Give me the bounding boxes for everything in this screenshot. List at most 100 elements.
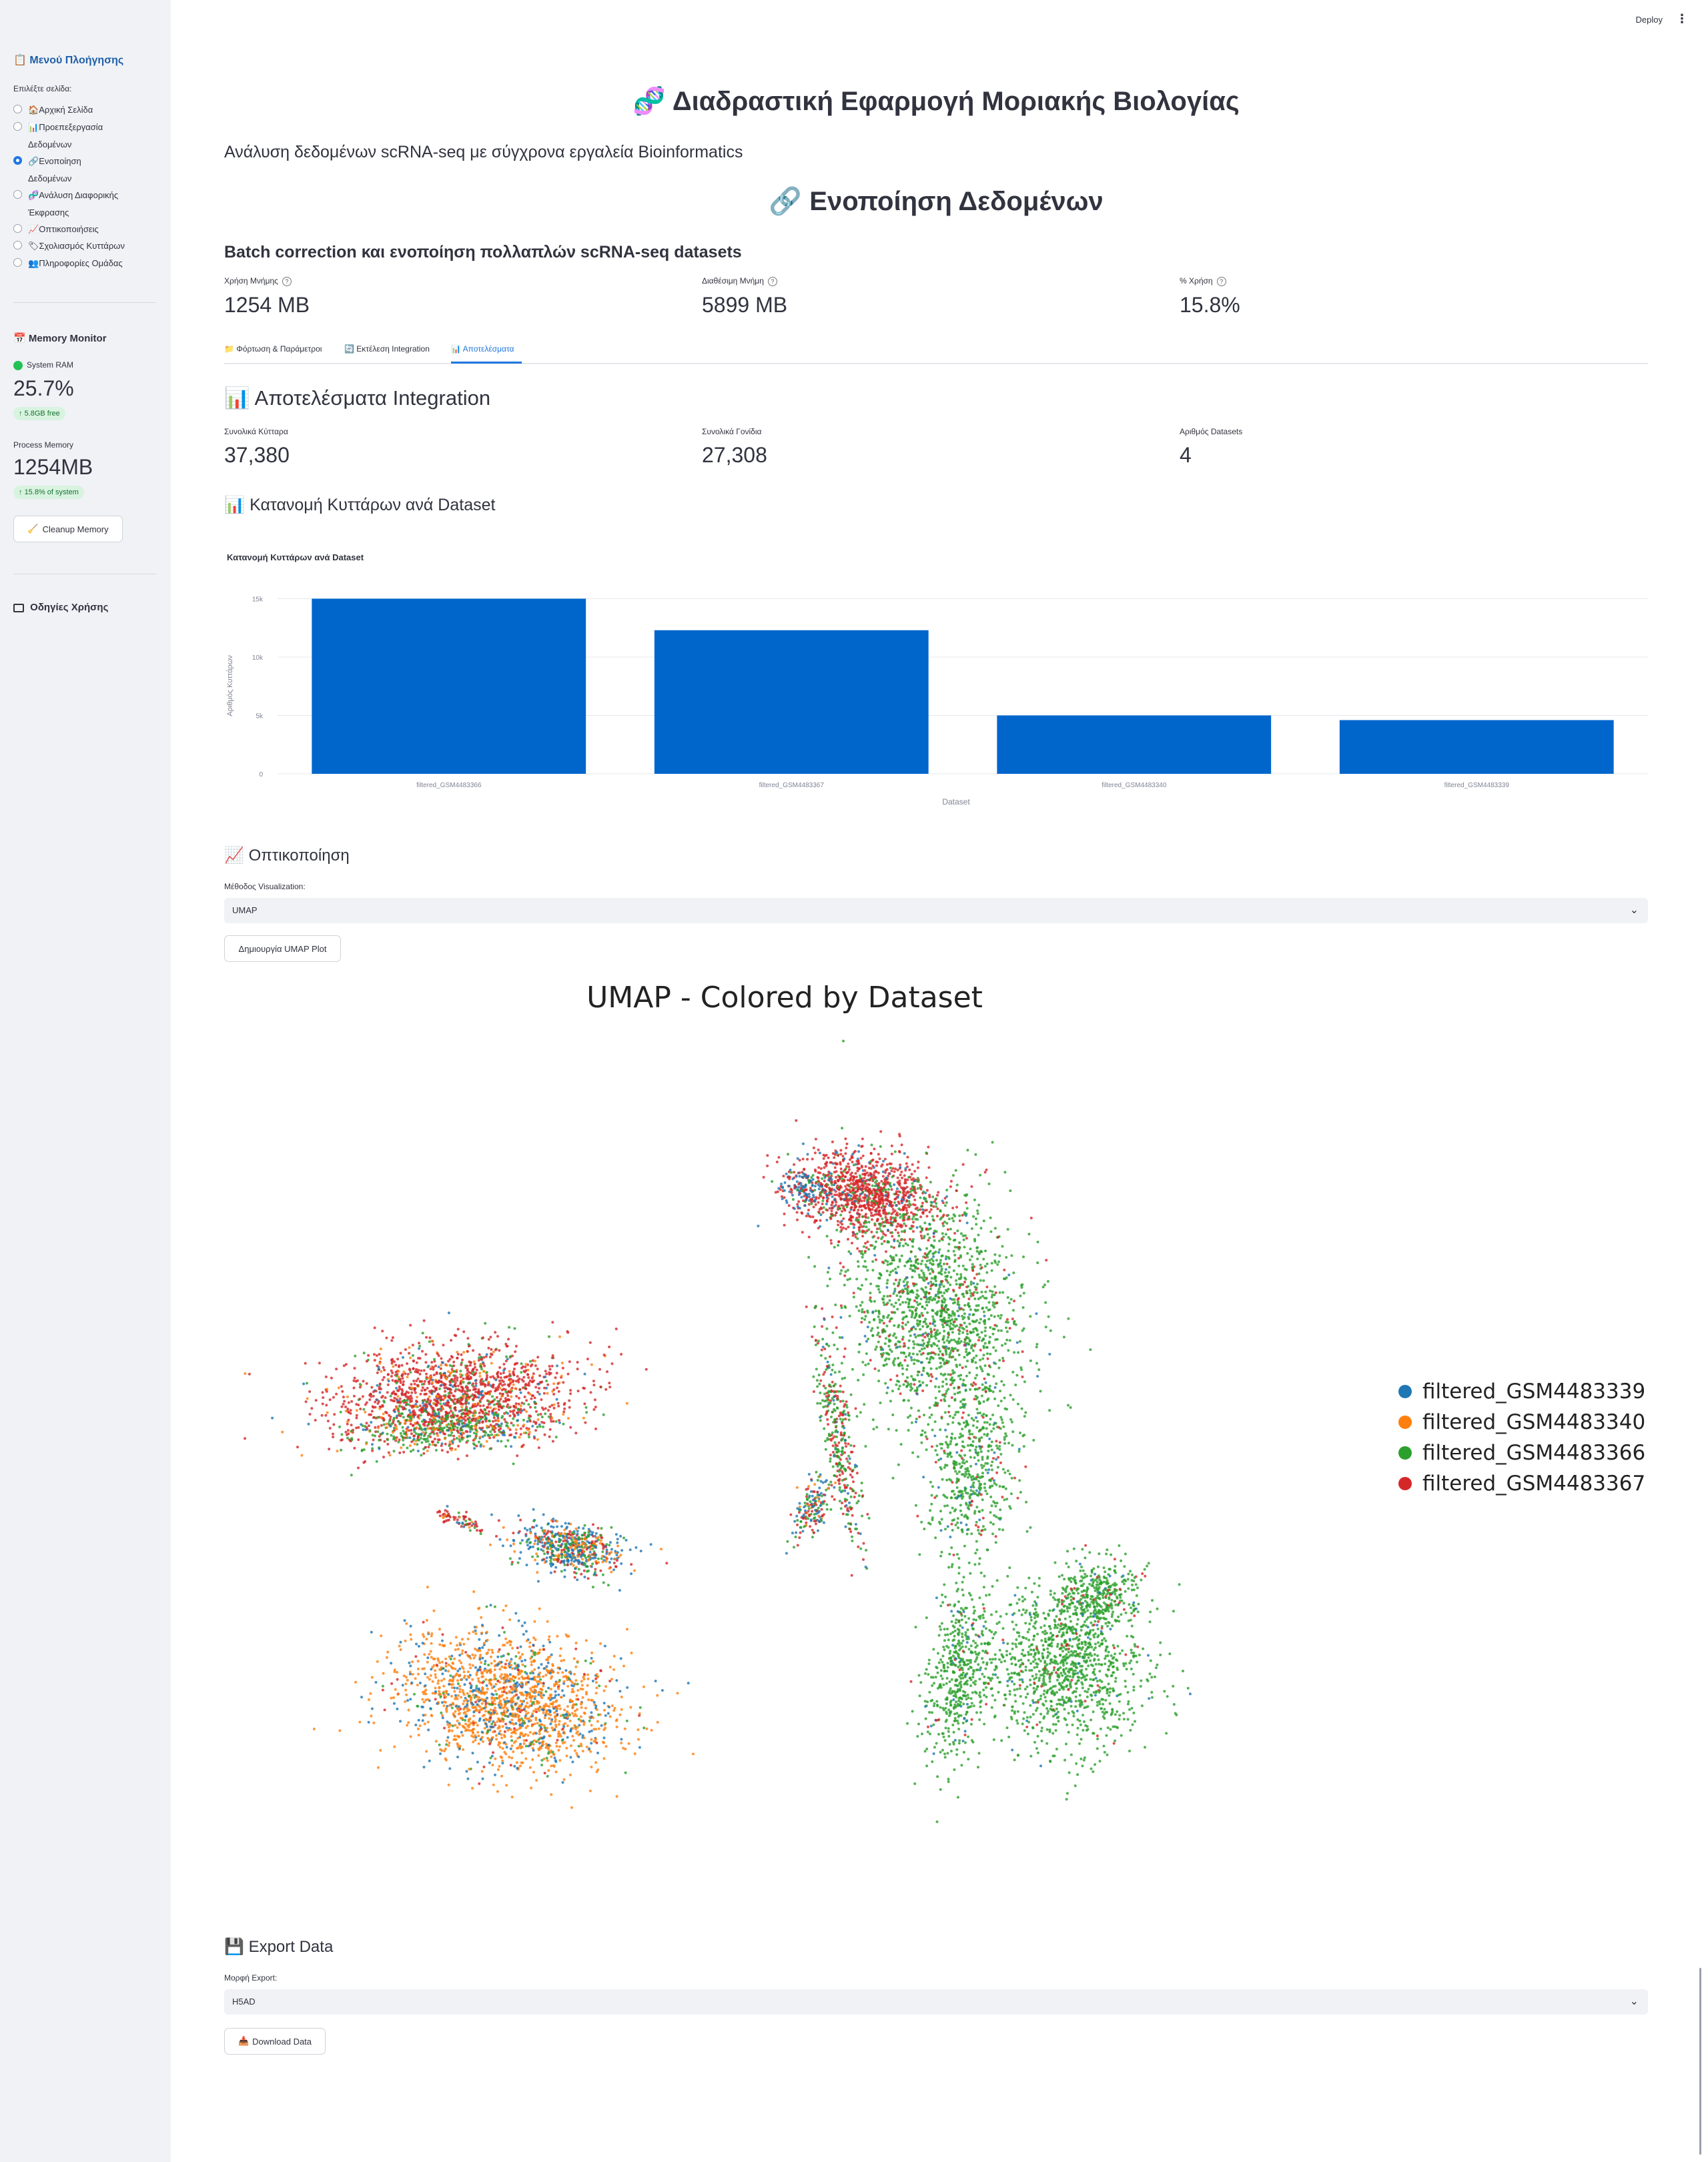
radio-button[interactable]: [13, 241, 22, 249]
umap-point: [985, 1168, 988, 1171]
umap-point: [917, 1209, 919, 1211]
umap-point: [429, 1368, 432, 1371]
sidebar-item-2[interactable]: 📊 Προεπεξεργασία Δεδομένων: [13, 119, 103, 153]
sidebar-item-4[interactable]: 🧬 Ανάλυση Διαφορικής Έκφρασης: [13, 187, 118, 221]
bar[interactable]: [312, 598, 586, 774]
umap-point: [951, 1356, 955, 1358]
umap-point: [904, 1213, 907, 1216]
umap-point: [464, 1386, 468, 1389]
umap-point: [976, 1388, 979, 1391]
umap-point: [514, 1380, 518, 1383]
sidebar-item-1[interactable]: 🏠 Αρχική Σελίδα: [13, 101, 93, 119]
usage-guide-expander[interactable]: Οδηγίες Χρήσης: [13, 602, 108, 613]
umap-point: [478, 1372, 482, 1375]
umap-point: [959, 1406, 962, 1410]
umap-point: [964, 1194, 967, 1197]
umap-point: [841, 1175, 844, 1178]
sidebar-item-5[interactable]: 📈 Οπτικοποιήσεις: [13, 221, 99, 238]
umap-point: [881, 1197, 884, 1201]
umap-point: [874, 1209, 877, 1212]
radio-button[interactable]: [13, 105, 22, 113]
umap-point: [919, 1215, 923, 1219]
umap-point: [376, 1384, 379, 1387]
umap-point: [1089, 1348, 1092, 1352]
umap-point: [400, 1446, 403, 1450]
umap-point: [508, 1373, 512, 1376]
umap-point: [910, 1173, 913, 1176]
umap-point: [428, 1340, 431, 1343]
sidebar-item-7[interactable]: 👥 Πληροφορίες Ομάδας: [13, 255, 123, 272]
umap-point: [873, 1299, 876, 1303]
umap-point: [996, 1235, 999, 1239]
umap-point: [954, 1169, 957, 1172]
umap-point: [382, 1400, 386, 1403]
umap-point: [343, 1400, 346, 1403]
radio-button[interactable]: [13, 122, 22, 131]
bar[interactable]: [654, 630, 929, 774]
create-umap-button[interactable]: Δημιουργία UMAP Plot: [224, 935, 341, 962]
umap-point: [447, 1370, 450, 1374]
umap-point: [450, 1422, 453, 1425]
umap-point: [877, 1199, 881, 1202]
umap-point: [970, 1345, 973, 1348]
umap-point: [953, 1253, 957, 1257]
umap-point: [418, 1372, 422, 1376]
umap-point: [908, 1309, 911, 1312]
umap-point: [909, 1406, 913, 1410]
umap-point: [999, 1317, 1002, 1319]
tab-load-params[interactable]: 📁 Φόρτωση & Παράμετροι: [224, 344, 322, 354]
umap-point: [512, 1370, 515, 1374]
umap-point: [446, 1425, 449, 1428]
umap-point: [965, 1268, 968, 1271]
umap-point: [998, 1441, 1001, 1444]
umap-point: [847, 1237, 849, 1241]
umap-point: [390, 1398, 393, 1402]
umap-point: [893, 1289, 896, 1293]
bar[interactable]: [1339, 720, 1614, 774]
help-icon[interactable]: ?: [1216, 276, 1226, 286]
viz-method-select[interactable]: UMAP ⌄: [224, 898, 1648, 923]
umap-point: [468, 1364, 472, 1367]
metric-label: Χρήση Μνήμης?: [224, 276, 310, 286]
bar[interactable]: [997, 715, 1272, 774]
sidebar-item-label-line: 🏷 Σχολιασμός Κυττάρων: [28, 237, 125, 255]
tab-results[interactable]: 📊 Αποτελέσματα: [451, 344, 514, 354]
umap-point: [395, 1382, 398, 1385]
sidebar-item-label: 👥 Πληροφορίες Ομάδας: [28, 255, 123, 272]
umap-point: [387, 1451, 390, 1454]
umap-point: [894, 1167, 897, 1171]
umap-point: [1011, 1398, 1015, 1401]
umap-point: [403, 1432, 406, 1436]
umap-point: [828, 1191, 831, 1195]
deploy-button[interactable]: Deploy: [1636, 15, 1663, 25]
umap-point: [934, 1460, 937, 1464]
umap-point: [945, 1382, 948, 1386]
radio-button[interactable]: [13, 190, 22, 199]
umap-point: [947, 1410, 950, 1414]
help-icon[interactable]: ?: [767, 276, 777, 286]
umap-point: [418, 1380, 422, 1383]
radio-button[interactable]: [13, 258, 22, 267]
umap-point: [906, 1281, 909, 1284]
radio-button[interactable]: [13, 156, 22, 165]
help-icon[interactable]: ?: [282, 276, 292, 286]
cleanup-memory-button[interactable]: 🧹 Cleanup Memory: [13, 516, 123, 542]
umap-point: [840, 1219, 843, 1223]
umap-point: [368, 1394, 372, 1397]
umap-point: [531, 1394, 534, 1398]
umap-point: [895, 1211, 899, 1215]
sidebar-item-3[interactable]: 🔗 Ενοποίηση Δεδομένων: [13, 153, 81, 187]
sidebar-item-6[interactable]: 🏷 Σχολιασμός Κυττάρων: [13, 237, 125, 255]
umap-point: [850, 1175, 853, 1178]
main-menu-icon[interactable]: ⋮: [1676, 12, 1688, 26]
umap-point: [988, 1438, 991, 1440]
tab-run-integration[interactable]: 🔄 Εκτέλεση Integration: [344, 344, 430, 354]
umap-point: [887, 1241, 891, 1244]
radio-button[interactable]: [13, 224, 22, 233]
umap-point: [408, 1352, 411, 1355]
umap-point: [985, 1352, 989, 1356]
umap-point: [552, 1406, 556, 1410]
umap-point: [762, 1175, 765, 1179]
umap-point: [869, 1173, 873, 1175]
umap-point: [937, 1353, 940, 1356]
